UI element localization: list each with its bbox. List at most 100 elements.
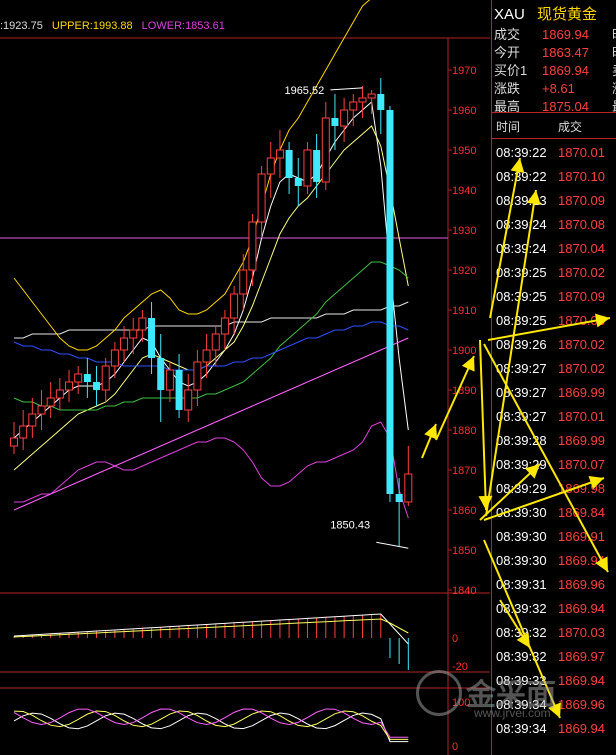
tick-row[interactable]: 08:39:34 1869.94	[496, 721, 605, 736]
tick-row[interactable]: 08:39:25 1870.09	[496, 289, 605, 304]
price-annotation: 1850.43	[330, 519, 370, 531]
macd-signal-line	[13, 618, 409, 638]
quote-value: 1863.47	[542, 45, 589, 60]
tick-row[interactable]: 08:39:31 1869.96	[496, 577, 605, 592]
band-mid-line	[14, 301, 409, 339]
y-tick-label: 1850	[452, 545, 476, 557]
col-price: 成交	[558, 120, 583, 134]
tick-price: 1869.91	[558, 529, 605, 544]
tick-row[interactable]: 08:39:28 1869.99	[496, 433, 605, 448]
candle-body	[220, 317, 229, 335]
y-tick-label: 1920	[452, 265, 476, 277]
candle-body	[395, 494, 403, 502]
candlestick-chart[interactable]: 1840 1850 1860 1870 1880 1890 1900 1910 1920 1930…	[0, 0, 490, 755]
tick-row[interactable]: 08:39:23 1870.09	[496, 193, 605, 208]
tick-price: 1870.02	[558, 337, 605, 352]
tick-row[interactable]: 08:39:25 1870.03	[496, 313, 605, 328]
quote-row: 涨跌 +8.61 涨	[494, 78, 616, 96]
candle-body	[257, 173, 266, 223]
tick-price: 1870.03	[558, 313, 605, 328]
tick-price: 1869.97	[558, 649, 605, 664]
annotation-leader	[330, 87, 363, 91]
tick-time: 08:39:22	[496, 169, 547, 184]
tick-time: 08:39:30	[496, 529, 547, 544]
candle-body	[386, 110, 394, 494]
tick-row[interactable]: 08:39:32 1870.03	[496, 625, 605, 640]
tick-time: 08:39:29	[496, 457, 547, 472]
y-tick-label: 1900	[452, 345, 476, 357]
tick-row[interactable]: 08:39:29 1870.07	[496, 457, 605, 472]
candle-body	[175, 370, 183, 410]
tick-time: 08:39:25	[496, 265, 547, 280]
candle-body	[239, 269, 248, 295]
candle-body	[248, 221, 257, 271]
tick-time: 08:39:22	[496, 145, 547, 160]
tick-row[interactable]: 08:39:27 1869.99	[496, 385, 605, 400]
tick-row[interactable]: 08:39:22 1870.01	[496, 145, 605, 160]
tick-row[interactable]: 08:39:30 1869.94	[496, 553, 605, 568]
quote-tail: 时	[612, 24, 616, 43]
upper-band-label: UPPER:1993.88	[51, 20, 133, 32]
candle-body	[74, 373, 83, 383]
candle-body	[349, 101, 358, 111]
divider	[492, 138, 616, 139]
tick-row[interactable]: 08:39:26 1870.02	[496, 337, 605, 352]
tick-row[interactable]: 08:39:29 1869.98	[496, 481, 605, 496]
quote-row: 买价1 1869.94 卖	[494, 60, 616, 78]
candle-body	[285, 150, 293, 178]
macd-line	[13, 613, 409, 645]
candle-body	[37, 405, 46, 415]
quote-label: 买价1	[494, 63, 528, 78]
watermark-url: www.jrvei.com	[474, 706, 551, 720]
tick-price: 1869.94	[558, 601, 605, 616]
tick-time: 08:39:29	[496, 481, 547, 496]
tick-price: 1870.08	[558, 217, 605, 232]
tick-row[interactable]: 08:39:24 1870.08	[496, 217, 605, 232]
quote-label: 涨跌	[494, 81, 521, 96]
ma-line	[13, 125, 409, 471]
candle-body	[55, 389, 64, 399]
candle-body	[331, 118, 339, 126]
y-tick-label: 1970	[452, 65, 476, 77]
quote-tail: 时	[612, 42, 616, 61]
tick-row[interactable]: 08:39:32 1869.97	[496, 649, 605, 664]
tick-time: 08:39:25	[496, 289, 547, 304]
tick-row[interactable]: 08:39:32 1869.94	[496, 601, 605, 616]
tick-time: 08:39:26	[496, 337, 547, 352]
lower-band-label: LOWER:1853.61	[141, 20, 225, 32]
tick-row[interactable]: 08:39:30 1869.84	[496, 505, 605, 520]
tick-row[interactable]: 08:39:24 1870.04	[496, 241, 605, 256]
tick-price: 1870.07	[558, 457, 605, 472]
candle-body	[19, 425, 28, 439]
candle-body	[275, 149, 284, 159]
tick-price: 1870.09	[558, 193, 605, 208]
tick-price: 1869.98	[558, 481, 605, 496]
tick-time: 08:39:32	[496, 625, 547, 640]
col-time: 时间	[496, 120, 521, 134]
tick-price: 1870.02	[558, 265, 605, 280]
candle-body	[266, 157, 275, 175]
tick-row[interactable]: 08:39:22 1870.10	[496, 169, 605, 184]
candle-body	[120, 337, 129, 351]
tick-price: 1869.94	[558, 553, 605, 568]
tick-price: 1869.99	[558, 385, 605, 400]
kdj-line	[13, 712, 409, 743]
band-lower-line	[14, 421, 409, 519]
y-tick-label: 1860	[452, 505, 476, 517]
candle-body	[377, 94, 385, 110]
y-tick-label: 1940	[452, 185, 476, 197]
quote-row: 今开 1863.47 时	[494, 42, 616, 60]
candle-body	[294, 178, 302, 186]
y-tick-label: 1960	[452, 105, 476, 117]
chart-area[interactable]: 1840 1850 1860 1870 1880 1890 1900 1910 1920 1930…	[0, 0, 490, 755]
watermark-logo-icon	[416, 670, 462, 716]
tick-row[interactable]: 08:39:25 1870.02	[496, 265, 605, 280]
kdj-line	[13, 710, 409, 740]
tick-row[interactable]: 08:39:27 1870.02	[496, 361, 605, 376]
tick-time: 08:39:32	[496, 601, 547, 616]
candle-body	[10, 437, 18, 447]
tick-row[interactable]: 08:39:30 1869.91	[496, 529, 605, 544]
tick-row[interactable]: 08:39:27 1870.01	[496, 409, 605, 424]
candle-body	[321, 117, 330, 183]
divider	[492, 112, 616, 113]
